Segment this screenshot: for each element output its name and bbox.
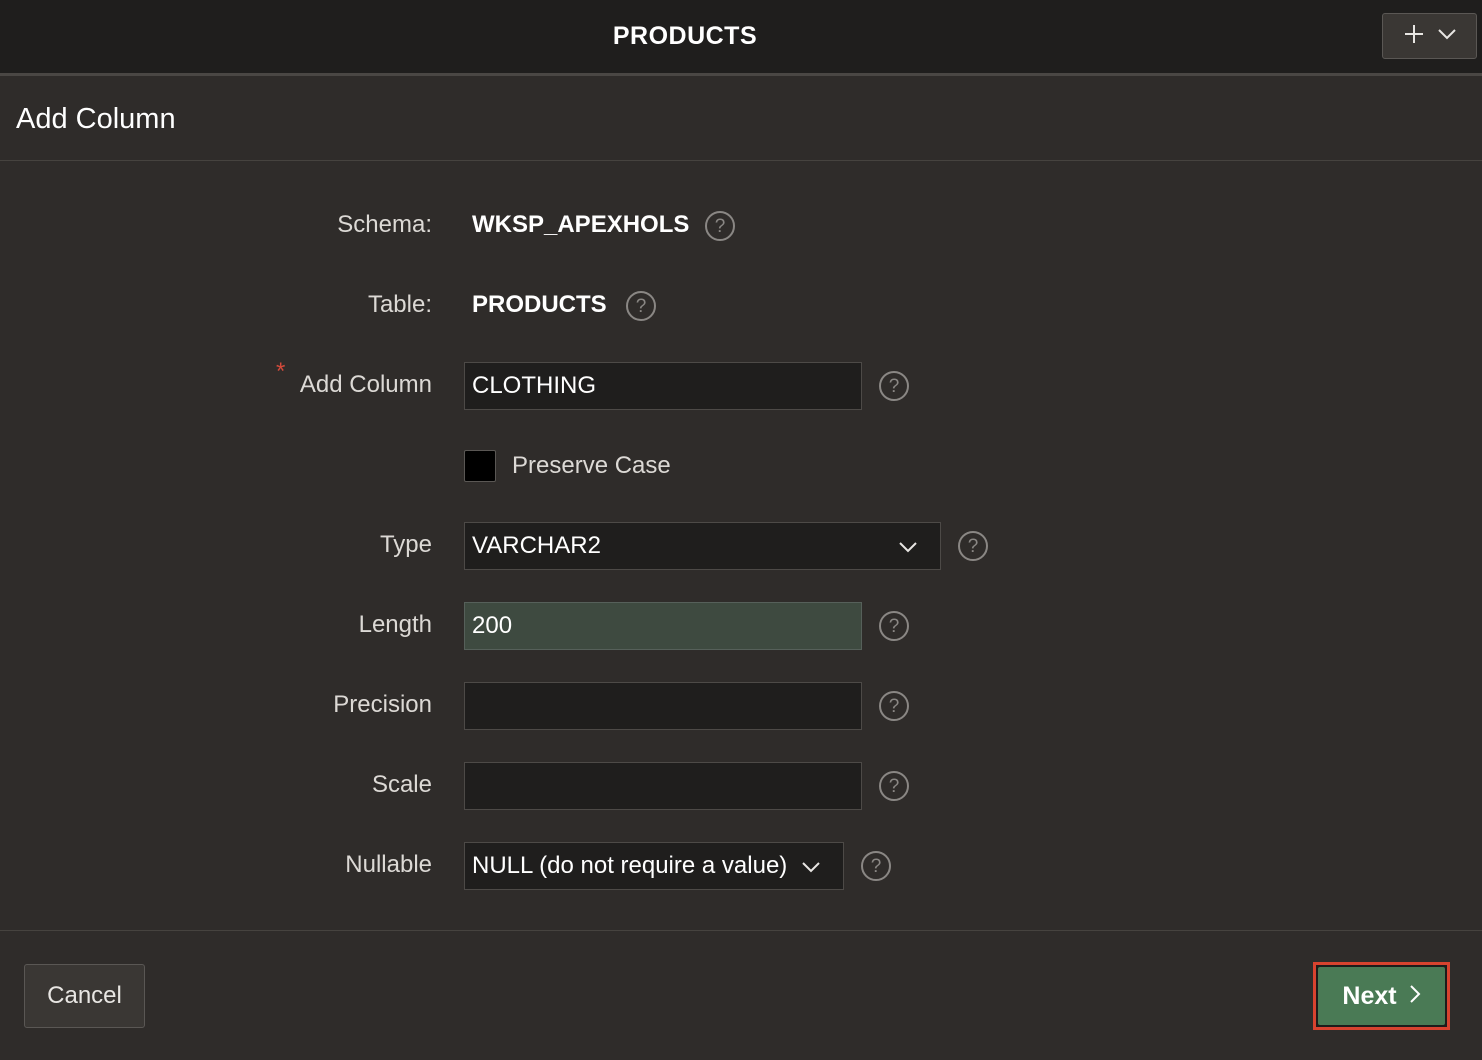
add-menu-button[interactable] <box>1382 13 1477 59</box>
scale-label: Scale <box>371 771 432 798</box>
schema-value: WKSP_APEXHOLS <box>472 211 690 238</box>
help-icon[interactable]: ? <box>879 771 909 801</box>
page-title: PRODUCTS <box>612 22 758 50</box>
next-button-label: Next <box>1342 981 1397 1010</box>
help-icon[interactable]: ? <box>958 531 988 561</box>
column-name-input[interactable]: CLOTHING <box>464 362 862 410</box>
dialog-title: Add Column <box>16 103 176 135</box>
chevron-down-icon <box>1437 27 1457 45</box>
preserve-case-checkbox[interactable] <box>464 450 496 482</box>
scale-input[interactable] <box>464 762 862 810</box>
help-icon[interactable]: ? <box>626 291 656 321</box>
table-value: PRODUCTS <box>472 291 607 318</box>
cancel-button[interactable]: Cancel <box>24 964 145 1028</box>
length-label: Length <box>358 611 432 638</box>
help-glyph: ? <box>714 216 726 237</box>
length-input[interactable]: 200 <box>464 602 862 650</box>
chevron-down-icon <box>898 532 918 560</box>
help-glyph: ? <box>888 776 900 797</box>
chevron-down-icon <box>801 852 821 880</box>
type-label: Type <box>379 531 432 558</box>
dialog-header: Add Column <box>0 79 1482 161</box>
help-glyph: ? <box>888 696 900 717</box>
top-bar: PRODUCTS <box>0 0 1482 76</box>
schema-label: Schema: <box>337 211 432 238</box>
nullable-label: Nullable <box>345 851 432 878</box>
nullable-select-value: NULL (do not require a value) <box>472 852 788 879</box>
plus-icon <box>1403 23 1425 50</box>
column-name-label: Add Column <box>299 371 432 398</box>
help-glyph: ? <box>967 536 979 557</box>
next-button[interactable]: Next <box>1318 967 1445 1025</box>
type-select[interactable]: VARCHAR2 <box>464 522 941 570</box>
help-icon[interactable]: ? <box>879 691 909 721</box>
nullable-select[interactable]: NULL (do not require a value) <box>464 842 844 890</box>
type-select-value: VARCHAR2 <box>472 532 601 559</box>
help-icon[interactable]: ? <box>879 611 909 641</box>
preserve-case-label[interactable]: Preserve Case <box>512 452 671 480</box>
help-icon[interactable]: ? <box>879 371 909 401</box>
help-icon[interactable]: ? <box>861 851 891 881</box>
next-button-highlight: Next <box>1313 962 1450 1030</box>
help-glyph: ? <box>870 856 882 877</box>
help-glyph: ? <box>635 296 647 317</box>
help-glyph: ? <box>888 376 900 397</box>
precision-input[interactable] <box>464 682 862 730</box>
precision-label: Precision <box>333 691 432 718</box>
dialog-footer <box>0 930 1482 1060</box>
help-icon[interactable]: ? <box>705 211 735 241</box>
table-label: Table: <box>367 291 432 318</box>
chevron-right-icon <box>1409 982 1421 1011</box>
help-glyph: ? <box>888 616 900 637</box>
